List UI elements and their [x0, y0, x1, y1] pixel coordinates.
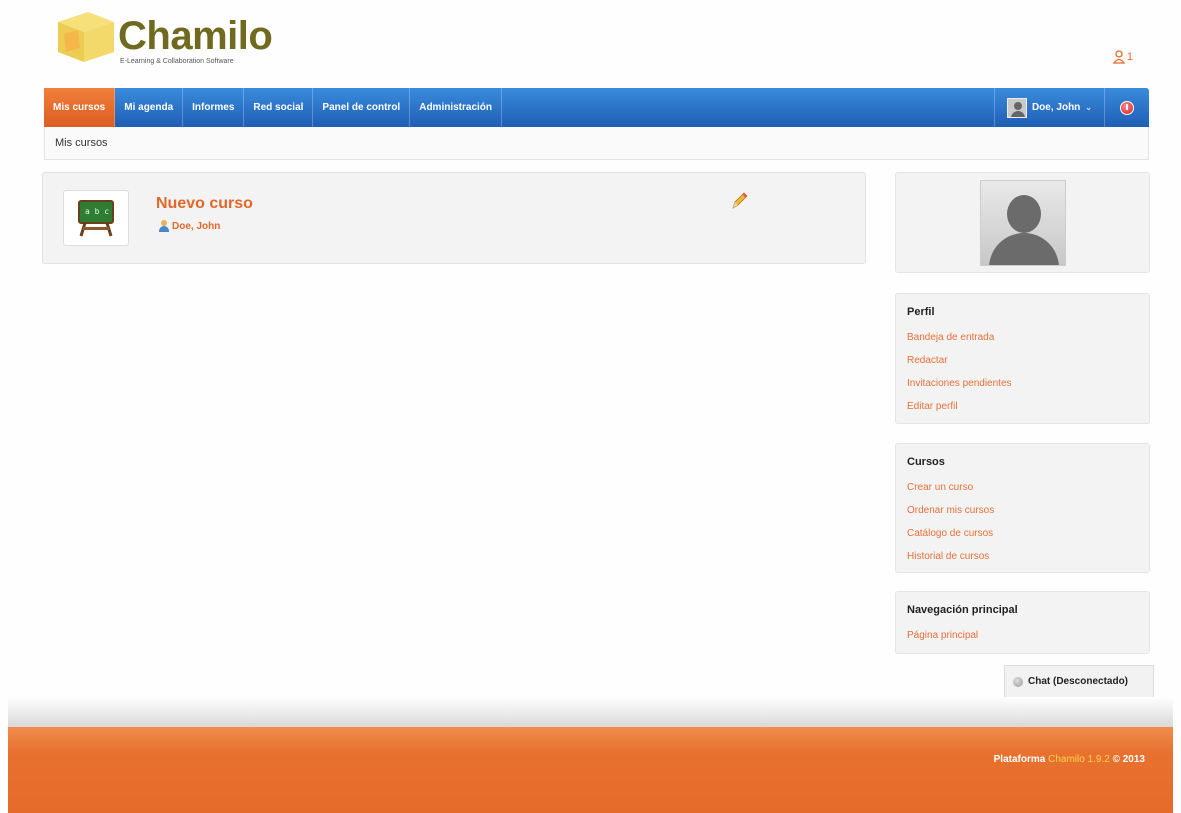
svg-text:a b c: a b c: [85, 207, 109, 216]
link-historial-de-cursos[interactable]: Historial de cursos: [907, 545, 1138, 568]
online-users-indicator[interactable]: 1: [1112, 50, 1133, 64]
link-catalogo-de-cursos[interactable]: Catálogo de cursos: [907, 522, 1138, 545]
course-thumbnail[interactable]: a b c: [63, 190, 129, 246]
pencil-icon[interactable]: [729, 191, 749, 211]
course-card: a b c Nuevo curso Doe, John: [42, 172, 866, 264]
footer-prefix: Plataforma: [993, 754, 1046, 765]
link-redactar[interactable]: Redactar: [907, 349, 1138, 372]
navegacion-title: Navegación principal: [907, 604, 1018, 616]
perfil-title: Perfil: [907, 306, 935, 318]
tab-informes[interactable]: Informes: [183, 88, 245, 127]
profile-avatar-box: [895, 172, 1150, 273]
logo-subtitle: E-Learning & Collaboration Software: [120, 58, 234, 65]
user-avatar-icon: [1006, 97, 1027, 118]
logo-cube-icon: [58, 12, 114, 62]
course-teacher-name: Doe, John: [172, 220, 221, 232]
link-crear-un-curso[interactable]: Crear un curso: [907, 476, 1138, 499]
user-name: Doe, John: [1031, 102, 1081, 113]
breadcrumb-current: Mis cursos: [55, 137, 108, 149]
link-pagina-principal[interactable]: Página principal: [907, 624, 1138, 647]
chat-status-icon: [1013, 676, 1023, 687]
footer: Plataforma Chamilo 1.9.2 © 2013: [8, 727, 1173, 813]
tab-mi-agenda[interactable]: Mi agenda: [115, 88, 184, 127]
footer-brand-link[interactable]: Chamilo 1.9.2: [1048, 754, 1110, 765]
navegacion-box: Navegación principal Página principal: [895, 591, 1150, 654]
course-teacher-link[interactable]: Doe, John: [159, 220, 220, 232]
course-title[interactable]: Nuevo curso: [156, 195, 253, 213]
perfil-box: Perfil Bandeja de entrada Redactar Invit…: [895, 293, 1150, 424]
footer-separator: [8, 697, 1173, 727]
online-count: 1: [1126, 51, 1133, 63]
teacher-icon: [159, 220, 169, 232]
tab-panel-de-control[interactable]: Panel de control: [313, 88, 411, 127]
logout-button[interactable]: [1105, 88, 1149, 127]
chamilo-logo[interactable]: Chamilo E-Learning & Collaboration Softw…: [48, 8, 288, 70]
chamilo-app: Chamilo E-Learning & Collaboration Softw…: [0, 0, 1181, 813]
tab-mis-cursos[interactable]: Mis cursos: [44, 88, 116, 127]
power-icon: [1120, 100, 1134, 115]
user-icon: [1112, 50, 1125, 64]
chat-label: Chat (Desconectado): [1028, 676, 1129, 687]
chevron-down-icon: ⌄: [1085, 103, 1092, 112]
tab-red-social[interactable]: Red social: [244, 88, 314, 127]
breadcrumb: Mis cursos: [44, 127, 1149, 160]
footer-credits: Plataforma Chamilo 1.9.2 © 2013: [994, 754, 1145, 765]
main-navbar: Mis cursos Mi agenda Informes Red social…: [44, 88, 1149, 127]
chat-tab[interactable]: Chat (Desconectado): [1004, 665, 1154, 697]
nav-right-group: Doe, John ⌄: [993, 88, 1149, 127]
profile-avatar-icon[interactable]: [980, 180, 1066, 266]
cursos-box: Cursos Crear un curso Ordenar mis cursos…: [895, 443, 1150, 573]
link-invitaciones-pendientes[interactable]: Invitaciones pendientes: [907, 372, 1138, 395]
user-menu[interactable]: Doe, John ⌄: [993, 88, 1105, 127]
footer-suffix: © 2013: [1112, 754, 1145, 765]
cursos-title: Cursos: [907, 456, 945, 468]
tab-administracion[interactable]: Administración: [410, 88, 503, 127]
logo-text: Chamilo: [118, 14, 273, 58]
link-bandeja-de-entrada[interactable]: Bandeja de entrada: [907, 326, 1138, 349]
link-ordenar-mis-cursos[interactable]: Ordenar mis cursos: [907, 499, 1138, 522]
blackboard-icon: a b c: [78, 200, 114, 237]
link-editar-perfil[interactable]: Editar perfil: [907, 395, 1138, 418]
